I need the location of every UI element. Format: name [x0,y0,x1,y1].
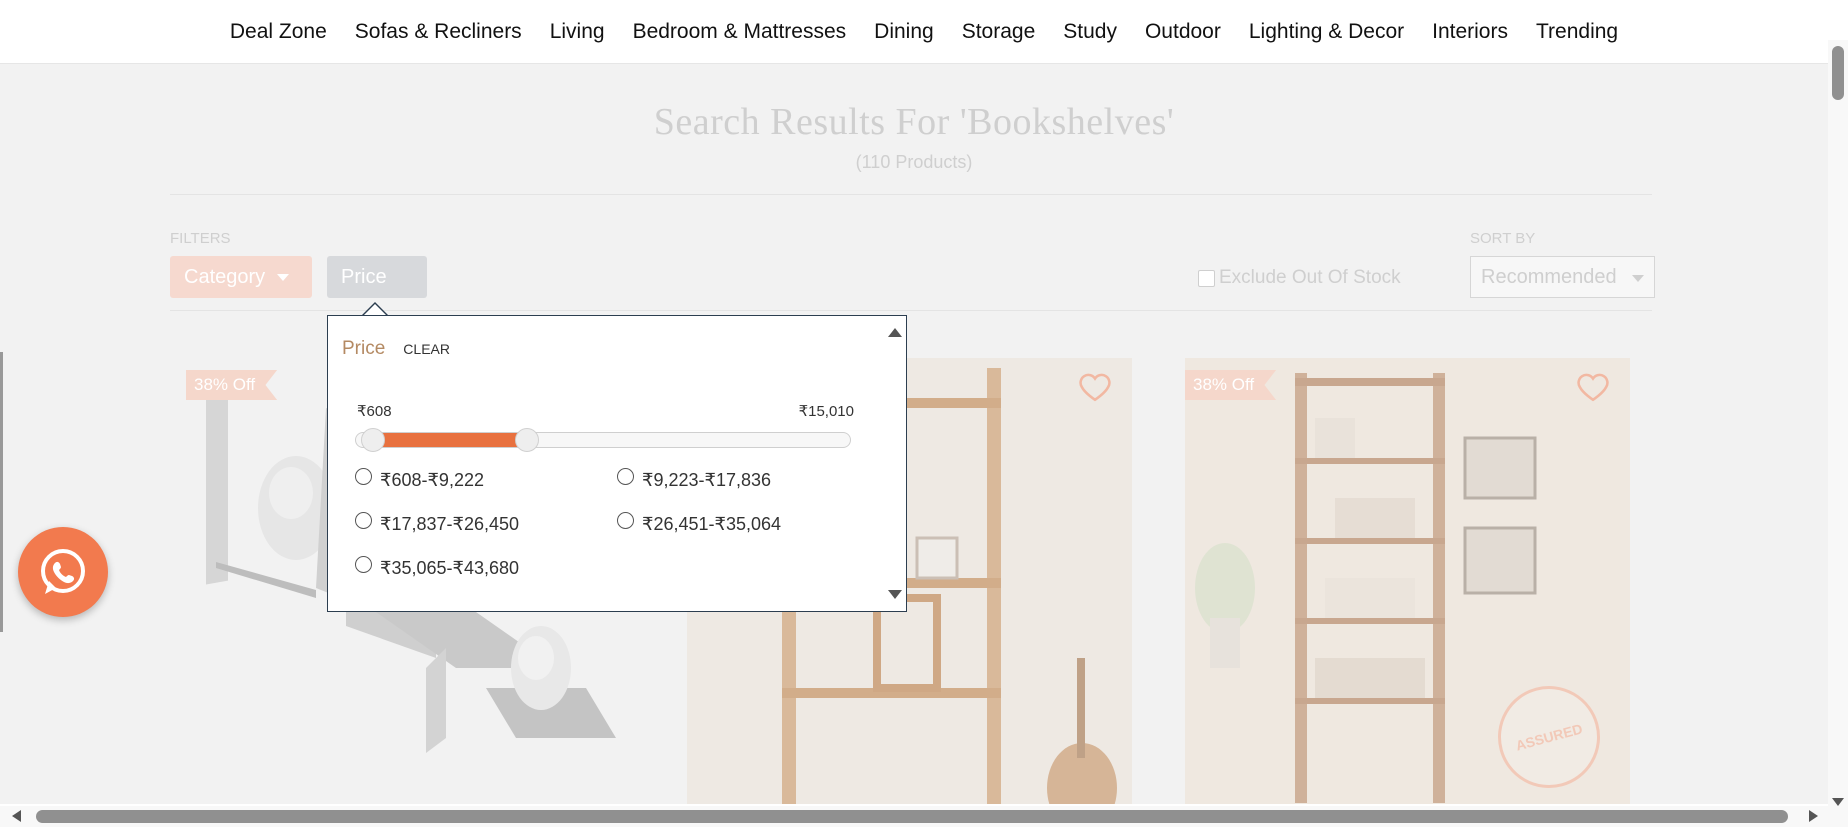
discount-badge: 38% Off [1185,370,1277,400]
radio-button[interactable] [355,468,372,485]
vertical-scrollbar[interactable] [1828,40,1848,806]
scroll-left-icon[interactable] [12,810,21,822]
heart-icon[interactable] [1576,370,1610,404]
popover-scroll-up-icon[interactable] [888,328,902,337]
price-filter-label: Price [341,265,387,288]
sort-label: SORT BY [1470,230,1536,247]
radio-button[interactable] [617,468,634,485]
category-filter-button[interactable]: Category [170,256,312,298]
price-filter-popover: Price CLEAR ₹608 ₹15,010 ₹608-₹9,222 ₹9,… [327,315,907,612]
horizontal-scrollbar-thumb[interactable] [36,810,1788,823]
popover-title: Price [342,338,386,359]
exclude-out-of-stock-label: Exclude Out Of Stock [1219,267,1401,288]
price-option[interactable]: ₹9,223-₹17,836 [617,468,771,491]
clear-button[interactable]: CLEAR [403,341,450,357]
page-title: Search Results For 'Bookshelves' [653,101,1175,143]
whatsapp-icon [41,549,85,594]
nav-item-dining[interactable]: Dining [860,20,948,44]
price-option[interactable]: ₹17,837-₹26,450 [355,512,520,535]
price-slider-min-handle[interactable] [361,428,385,452]
heart-icon[interactable] [1078,370,1112,404]
price-option-label: ₹17,837-₹26,450 [380,514,520,534]
exclude-out-of-stock[interactable]: Exclude Out Of Stock [1198,267,1401,289]
scroll-down-icon[interactable] [1832,798,1844,806]
sort-select[interactable]: Recommended [1470,256,1655,298]
horizontal-scrollbar[interactable] [0,806,1848,827]
nav-item-study[interactable]: Study [1049,20,1131,44]
chevron-down-icon [1632,275,1644,282]
nav-item-trending[interactable]: Trending [1522,20,1632,44]
nav-item-living[interactable]: Living [536,20,619,44]
divider [170,194,1652,195]
discount-badge: 38% Off [186,370,278,400]
whatsapp-button[interactable] [18,527,108,617]
price-slider-max-handle[interactable] [514,428,539,452]
filters-label: FILTERS [170,230,231,247]
nav-item-storage[interactable]: Storage [948,20,1050,44]
radio-button[interactable] [355,556,372,573]
price-option-label: ₹9,223-₹17,836 [642,470,771,490]
nav-item-sofas-recliners[interactable]: Sofas & Recliners [341,20,536,44]
scroll-right-icon[interactable] [1809,810,1818,822]
divider [170,310,1652,311]
price-option-label: ₹26,451-₹35,064 [642,514,782,534]
price-option-label: ₹608-₹9,222 [380,470,484,490]
page-content: Search Results For 'Bookshelves' (110 Pr… [0,64,1828,804]
side-tab[interactable] [0,352,3,632]
chevron-down-icon [277,273,290,281]
nav-item-outdoor[interactable]: Outdoor [1131,20,1235,44]
top-nav: Deal Zone Sofas & Recliners Living Bedro… [0,0,1848,64]
price-option[interactable]: ₹608-₹9,222 [355,468,484,491]
range-max-value: ₹15,010 [798,403,854,420]
sort-selected-value: Recommended [1481,265,1617,288]
vertical-scrollbar-thumb[interactable] [1832,46,1844,100]
product-card[interactable]: 38% Off ASSURED [1185,358,1630,804]
price-slider-fill [373,433,527,447]
category-filter-label: Category [184,265,266,288]
price-option[interactable]: ₹35,065-₹43,680 [355,556,520,579]
popover-scroll-down-icon[interactable] [888,590,902,599]
range-min-value: ₹608 [357,403,392,420]
nav-item-bedroom-mattresses[interactable]: Bedroom & Mattresses [619,20,861,44]
results-count: (110 Products) [855,152,973,172]
radio-button[interactable] [617,512,634,529]
nav-item-lighting-decor[interactable]: Lighting & Decor [1235,20,1418,44]
popover-header: Price CLEAR [342,338,450,360]
exclude-out-of-stock-checkbox[interactable] [1198,269,1215,287]
nav-item-interiors[interactable]: Interiors [1418,20,1522,44]
price-option[interactable]: ₹26,451-₹35,064 [617,512,782,535]
price-filter-button[interactable]: Price [327,256,427,298]
radio-button[interactable] [355,512,372,529]
price-option-label: ₹35,065-₹43,680 [380,558,520,578]
nav-item-deal-zone[interactable]: Deal Zone [216,20,341,44]
